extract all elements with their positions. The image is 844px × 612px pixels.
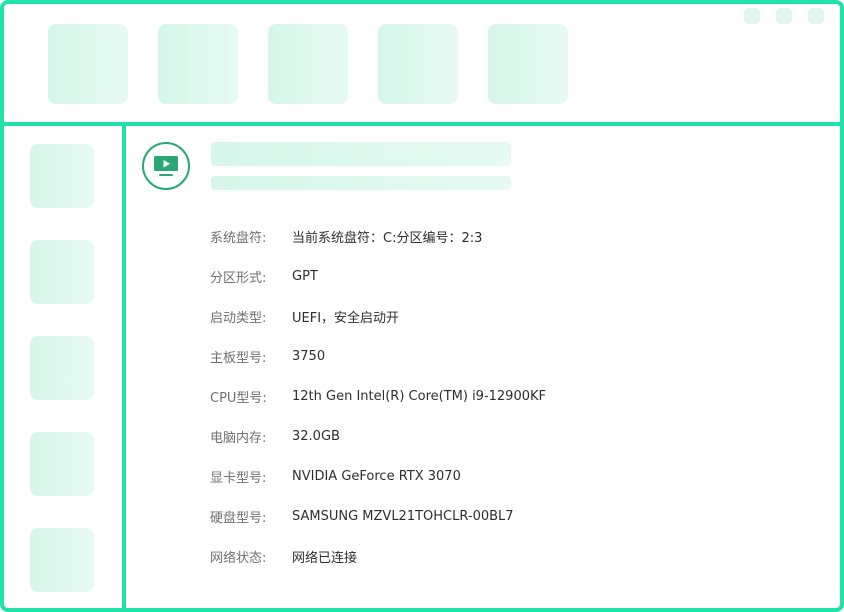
maximize-button[interactable] — [776, 8, 792, 24]
info-row-network: 网络状态: 网络已连接 — [210, 536, 546, 576]
toolbar-tile-1[interactable] — [48, 24, 128, 104]
info-value: GPT — [292, 268, 318, 284]
sidebar-item-5[interactable] — [30, 528, 94, 592]
info-label: 硬盘型号: — [210, 510, 267, 526]
info-row-gpu: 显卡型号: NVIDIA GeForce RTX 3070 — [210, 456, 546, 496]
info-value: 12th Gen Intel(R) Core(TM) i9-12900KF — [292, 388, 546, 404]
toolbar-tile-3[interactable] — [268, 24, 348, 104]
minimize-button[interactable] — [744, 8, 760, 24]
info-row-motherboard: 主板型号: 3750 — [210, 336, 546, 376]
sidebar-item-2[interactable] — [30, 240, 94, 304]
info-value: 3750 — [292, 348, 326, 364]
info-label: CPU型号: — [210, 390, 267, 406]
info-value: SAMSUNG MZVL21TOHCLR-00BL7 — [292, 508, 514, 524]
info-value: NVIDIA GeForce RTX 3070 — [292, 468, 461, 484]
info-label: 启动类型: — [210, 310, 267, 326]
sidebar-item-4[interactable] — [30, 432, 94, 496]
top-toolbar — [4, 4, 840, 126]
sidebar-item-3[interactable] — [30, 336, 94, 400]
info-label: 电脑内存: — [210, 430, 267, 446]
info-label: 系统盘符: — [210, 230, 267, 246]
info-row-system-drive: 系统盘符: 当前系统盘符：C:分区编号：2:3 — [210, 216, 546, 256]
info-value: UEFI，安全启动开 — [292, 310, 400, 326]
main-content: 系统盘符: 当前系统盘符：C:分区编号：2:3 分区形式: GPT 启动类型: … — [126, 126, 840, 608]
sidebar — [4, 126, 126, 608]
app-window: 系统盘符: 当前系统盘符：C:分区编号：2:3 分区形式: GPT 启动类型: … — [0, 0, 844, 612]
info-label: 分区形式: — [210, 270, 267, 286]
info-row-boot-type: 启动类型: UEFI，安全启动开 — [210, 296, 546, 336]
monitor-play-icon — [142, 142, 190, 190]
info-value: 当前系统盘符：C:分区编号：2:3 — [292, 230, 483, 246]
info-row-memory: 电脑内存: 32.0GB — [210, 416, 546, 456]
title-placeholder — [211, 142, 511, 166]
info-value: 32.0GB — [292, 428, 340, 444]
info-label: 网络状态: — [210, 550, 267, 566]
toolbar-tile-4[interactable] — [378, 24, 458, 104]
close-button[interactable] — [808, 8, 824, 24]
toolbar-tile-2[interactable] — [158, 24, 238, 104]
info-row-partition-style: 分区形式: GPT — [210, 256, 546, 296]
info-label: 显卡型号: — [210, 470, 267, 486]
subtitle-placeholder — [211, 176, 511, 190]
system-info-list: 系统盘符: 当前系统盘符：C:分区编号：2:3 分区形式: GPT 启动类型: … — [210, 216, 546, 576]
info-value: 网络已连接 — [292, 550, 358, 566]
info-row-disk: 硬盘型号: SAMSUNG MZVL21TOHCLR-00BL7 — [210, 496, 546, 536]
toolbar-tile-5[interactable] — [488, 24, 568, 104]
info-row-cpu: CPU型号: 12th Gen Intel(R) Core(TM) i9-129… — [210, 376, 546, 416]
info-label: 主板型号: — [210, 350, 267, 366]
sidebar-item-1[interactable] — [30, 144, 94, 208]
